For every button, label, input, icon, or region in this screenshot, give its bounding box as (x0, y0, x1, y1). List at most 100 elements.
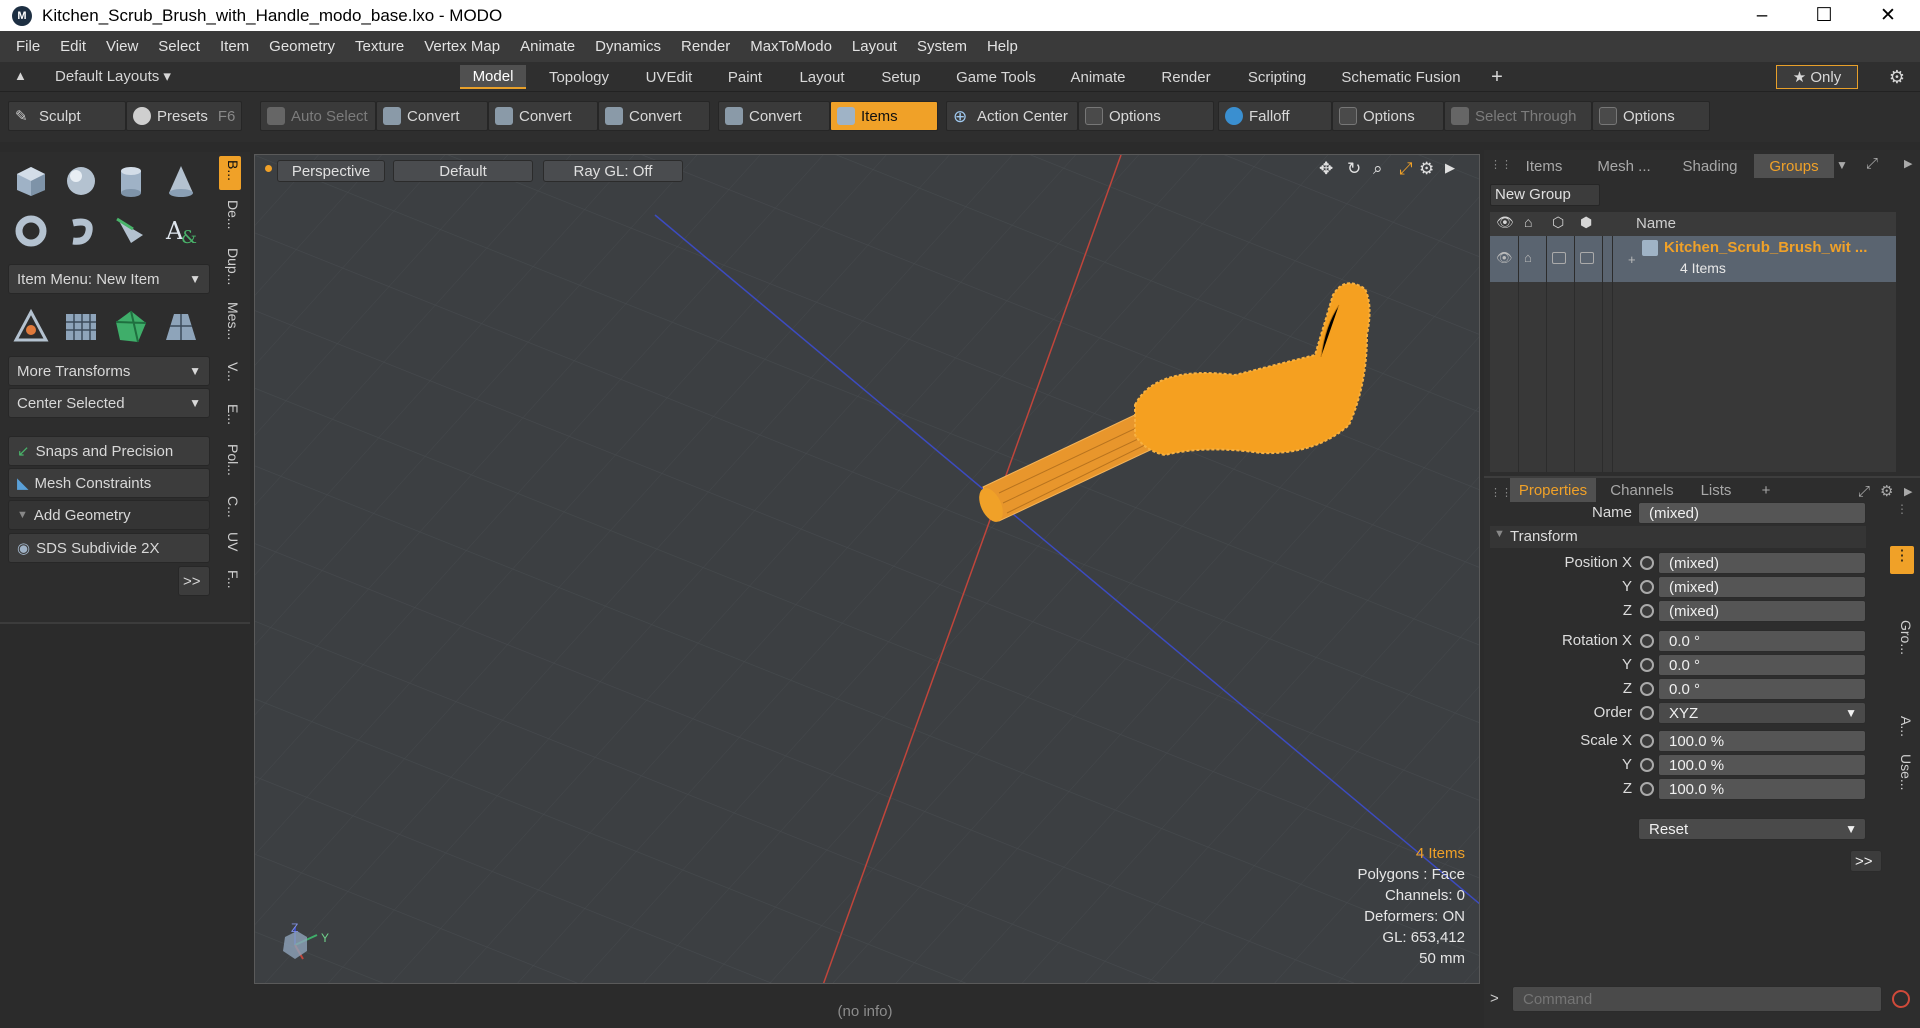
menu-edit[interactable]: Edit (50, 38, 96, 55)
tab-shading[interactable]: Shading (1670, 154, 1750, 178)
rotation-y-field[interactable]: 0.0 ° (1658, 654, 1866, 676)
order-keyframe[interactable] (1640, 706, 1654, 720)
select-checkbox[interactable] (1580, 252, 1594, 264)
sphere-primitive-icon[interactable] (58, 158, 104, 204)
auto-select-button[interactable]: Auto Select (260, 101, 376, 131)
viewport-more-icon[interactable]: ▶ (1445, 160, 1455, 176)
tab-layout[interactable]: Layout (786, 65, 858, 89)
menu-view[interactable]: View (96, 38, 148, 55)
tab-channels[interactable]: Channels (1602, 478, 1682, 502)
vtab-polygon[interactable]: Pol... (219, 444, 241, 476)
scale-z-field[interactable]: 100.0 % (1658, 778, 1866, 800)
side-tab-active-icon[interactable]: ⋮ (1890, 546, 1914, 574)
rotate-view-icon[interactable]: ↻ (1347, 159, 1361, 179)
lock-icon[interactable]: ⌂ (1524, 250, 1532, 265)
position-x-keyframe[interactable] (1640, 556, 1654, 570)
position-x-field[interactable]: (mixed) (1658, 552, 1866, 574)
sculpt-button[interactable]: ✎ Sculpt (8, 101, 126, 131)
convert-button-1[interactable]: Convert (376, 101, 488, 131)
convert-button-4[interactable]: Convert (718, 101, 830, 131)
menu-render[interactable]: Render (671, 38, 740, 55)
visibility-col-icon[interactable]: 👁 (1496, 214, 1514, 231)
new-group-button[interactable]: New Group (1490, 184, 1600, 206)
render-checkbox[interactable] (1552, 252, 1566, 264)
group-row[interactable]: 👁 ⌂ + Kitchen_Scrub_Brush_wit ... 4 Item… (1490, 236, 1896, 282)
falloff-button[interactable]: Falloff (1218, 101, 1332, 131)
side-tab-user[interactable]: Use... (1892, 754, 1914, 791)
gear-icon[interactable]: ⚙ (1884, 65, 1910, 89)
tab-items[interactable]: Items (1508, 154, 1580, 178)
shading-style-dropdown[interactable]: Default (393, 160, 533, 182)
move-view-icon[interactable]: ✥ (1319, 159, 1333, 179)
minimize-button[interactable]: – (1734, 0, 1790, 31)
sculpt-mesh-icon[interactable] (108, 304, 154, 350)
vtab-mesh-edit[interactable]: Mes... (219, 302, 241, 340)
tab-mesh[interactable]: Mesh ... (1584, 154, 1664, 178)
menu-layout[interactable]: Layout (842, 38, 907, 55)
transform-section[interactable]: ▼ Transform (1490, 526, 1866, 548)
fit-view-icon[interactable]: ⤢ (1399, 159, 1413, 179)
menu-select[interactable]: Select (148, 38, 210, 55)
tab-properties[interactable]: Properties (1510, 478, 1596, 502)
scale-x-keyframe[interactable] (1640, 734, 1654, 748)
lock-col-icon[interactable]: ⌂ (1524, 214, 1532, 230)
rotation-z-keyframe[interactable] (1640, 682, 1654, 696)
panel-expand-icon[interactable]: ⤢ (1866, 155, 1878, 172)
3d-viewport[interactable]: Perspective Default Ray GL: Off ✥ ↻ ⌕ ⤢ … (254, 154, 1480, 984)
raygl-toggle[interactable]: Ray GL: Off (543, 160, 683, 182)
reset-dropdown[interactable]: Reset ▼ (1638, 818, 1866, 840)
action-center-options-button[interactable]: Options (1078, 101, 1214, 131)
select-through-button[interactable]: Select Through (1444, 101, 1592, 131)
side-tab-groups[interactable]: Gro... (1892, 620, 1914, 655)
rotation-x-field[interactable]: 0.0 ° (1658, 630, 1866, 652)
text-primitive-icon[interactable]: A & (158, 208, 204, 254)
position-z-field[interactable]: (mixed) (1658, 600, 1866, 622)
group-name[interactable]: Kitchen_Scrub_Brush_wit ... (1664, 239, 1867, 256)
properties-more-button[interactable]: >> (1850, 850, 1882, 872)
menu-item[interactable]: Item (210, 38, 259, 55)
side-tab-assembly[interactable]: A... (1892, 716, 1914, 737)
vtab-edge[interactable]: E... (219, 404, 241, 425)
capsule-primitive-icon[interactable] (58, 208, 104, 254)
items-mode-button[interactable]: Items (830, 101, 938, 131)
rotation-y-keyframe[interactable] (1640, 658, 1654, 672)
add-panel-tab[interactable]: + (1756, 478, 1776, 502)
menu-maxtomodo[interactable]: MaxToModo (740, 38, 842, 55)
convert-button-2[interactable]: Convert (488, 101, 598, 131)
rotation-z-field[interactable]: 0.0 ° (1658, 678, 1866, 700)
position-y-keyframe[interactable] (1640, 580, 1654, 594)
default-layouts-dropdown[interactable]: Default Layouts ▾ (55, 67, 171, 85)
command-input[interactable] (1512, 986, 1882, 1012)
scale-x-field[interactable]: 100.0 % (1658, 730, 1866, 752)
command-record-icon[interactable] (1892, 990, 1910, 1008)
transform-tool-icon[interactable] (8, 304, 54, 350)
tab-uvedit[interactable]: UVEdit (630, 65, 708, 89)
vtab-curve[interactable]: C... (219, 496, 241, 518)
menu-file[interactable]: File (6, 38, 50, 55)
vtab-fusion[interactable]: F... (219, 570, 241, 589)
panel-menu-icon[interactable]: ▶ (1904, 485, 1912, 498)
tab-game-tools[interactable]: Game Tools (950, 65, 1042, 89)
action-center-button[interactable]: ⊕ Action Center (946, 101, 1078, 131)
only-toggle[interactable]: ★ Only (1776, 65, 1858, 89)
mesh-constraints-button[interactable]: ◣ Mesh Constraints (8, 468, 210, 498)
cylinder-primitive-icon[interactable] (108, 158, 154, 204)
select-through-options-button[interactable]: Options (1592, 101, 1710, 131)
cone-primitive-icon[interactable] (158, 158, 204, 204)
tab-topology[interactable]: Topology (540, 65, 618, 89)
rotation-x-keyframe[interactable] (1640, 634, 1654, 648)
menu-help[interactable]: Help (977, 38, 1028, 55)
tab-model[interactable]: Model (460, 65, 526, 89)
tab-setup[interactable]: Setup (866, 65, 936, 89)
torus-primitive-icon[interactable] (8, 208, 54, 254)
vtab-uv[interactable]: UV (219, 532, 241, 551)
menu-vertex-map[interactable]: Vertex Map (414, 38, 510, 55)
tab-lists[interactable]: Lists (1686, 478, 1746, 502)
vtab-deform[interactable]: De... (219, 200, 241, 230)
render-col-icon[interactable]: ⬡ (1552, 214, 1564, 231)
add-tab-button[interactable]: + (1484, 65, 1510, 89)
panel-menu-icon[interactable]: ▶ (1904, 157, 1912, 170)
name-field[interactable]: (mixed) (1638, 502, 1866, 524)
scale-y-keyframe[interactable] (1640, 758, 1654, 772)
convert-button-3[interactable]: Convert (598, 101, 710, 131)
